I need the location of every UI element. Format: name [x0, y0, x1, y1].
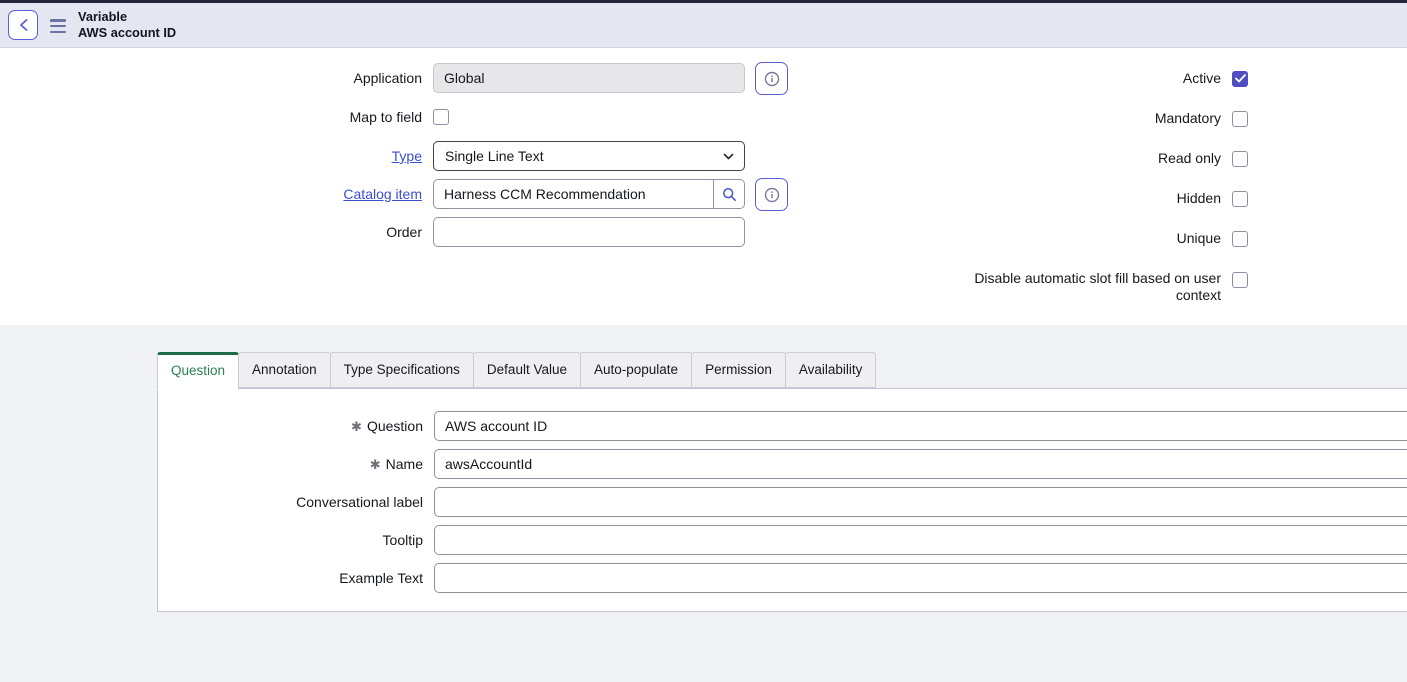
chevron-left-icon [18, 18, 29, 32]
tab-permission[interactable]: Permission [691, 352, 786, 388]
name-field[interactable] [434, 449, 1407, 479]
app-header: Variable AWS account ID [0, 3, 1407, 48]
tab-auto-populate[interactable]: Auto-populate [580, 352, 692, 388]
active-label: Active [1183, 70, 1221, 87]
map-to-field-label: Map to field [0, 102, 422, 132]
question-tab-panel: ✱ Question ✱ Name Conversational label Too… [157, 388, 1407, 612]
tabs-section: Question Annotation Type Specifications … [0, 325, 1407, 682]
chevron-down-icon [722, 150, 735, 163]
tab-type-specifications[interactable]: Type Specifications [330, 352, 474, 388]
tooltip-label: Tooltip [383, 532, 423, 548]
variable-form: Application Map to field Type Single Lin… [0, 48, 1407, 325]
type-select[interactable]: Single Line Text [433, 141, 745, 171]
unique-label: Unique [1177, 230, 1221, 247]
example-text-field[interactable] [434, 563, 1407, 593]
tab-annotation[interactable]: Annotation [238, 352, 331, 388]
application-field[interactable] [433, 63, 745, 93]
type-select-value: Single Line Text [445, 148, 544, 164]
name-label: Name [386, 456, 423, 472]
read-only-label: Read only [1158, 150, 1221, 167]
disable-slot-fill-checkbox[interactable] [1232, 272, 1248, 288]
map-to-field-checkbox[interactable] [433, 109, 449, 125]
hidden-label: Hidden [1177, 190, 1221, 207]
order-field[interactable] [433, 217, 745, 247]
record-type: Variable [78, 9, 176, 25]
application-label: Application [0, 63, 422, 93]
info-circle-icon [764, 71, 780, 87]
example-text-label: Example Text [339, 570, 423, 586]
magnifier-icon [722, 187, 737, 202]
hamburger-menu-icon[interactable] [50, 19, 66, 33]
catalog-item-link[interactable]: Catalog item [343, 186, 422, 202]
record-name: AWS account ID [78, 25, 176, 41]
tab-availability[interactable]: Availability [785, 352, 877, 388]
catalog-item-info-button[interactable] [755, 178, 788, 211]
disable-slot-fill-label: Disable automatic slot fill based on use… [959, 270, 1221, 304]
required-marker-icon: ✱ [370, 457, 381, 472]
conversational-label-label: Conversational label [296, 494, 423, 510]
back-button[interactable] [8, 10, 38, 40]
required-marker-icon: ✱ [351, 419, 362, 434]
read-only-checkbox[interactable] [1232, 151, 1248, 167]
page-title: Variable AWS account ID [78, 9, 176, 41]
conversational-label-field[interactable] [434, 487, 1407, 517]
info-circle-icon [764, 187, 780, 203]
mandatory-checkbox[interactable] [1232, 111, 1248, 127]
catalog-item-field[interactable] [433, 179, 745, 209]
checkmark-icon [1235, 74, 1246, 83]
tab-question[interactable]: Question [157, 352, 239, 390]
question-label: Question [367, 418, 423, 434]
tooltip-field[interactable] [434, 525, 1407, 555]
tab-strip: Question Annotation Type Specifications … [157, 352, 876, 390]
question-field[interactable] [434, 411, 1407, 441]
mandatory-label: Mandatory [1155, 110, 1221, 127]
unique-checkbox[interactable] [1232, 231, 1248, 247]
type-link[interactable]: Type [392, 148, 422, 164]
tab-default-value[interactable]: Default Value [473, 352, 581, 388]
active-checkbox[interactable] [1232, 71, 1248, 87]
order-label: Order [0, 217, 422, 247]
application-info-button[interactable] [755, 62, 788, 95]
hidden-checkbox[interactable] [1232, 191, 1248, 207]
catalog-item-lookup-button[interactable] [713, 179, 745, 209]
